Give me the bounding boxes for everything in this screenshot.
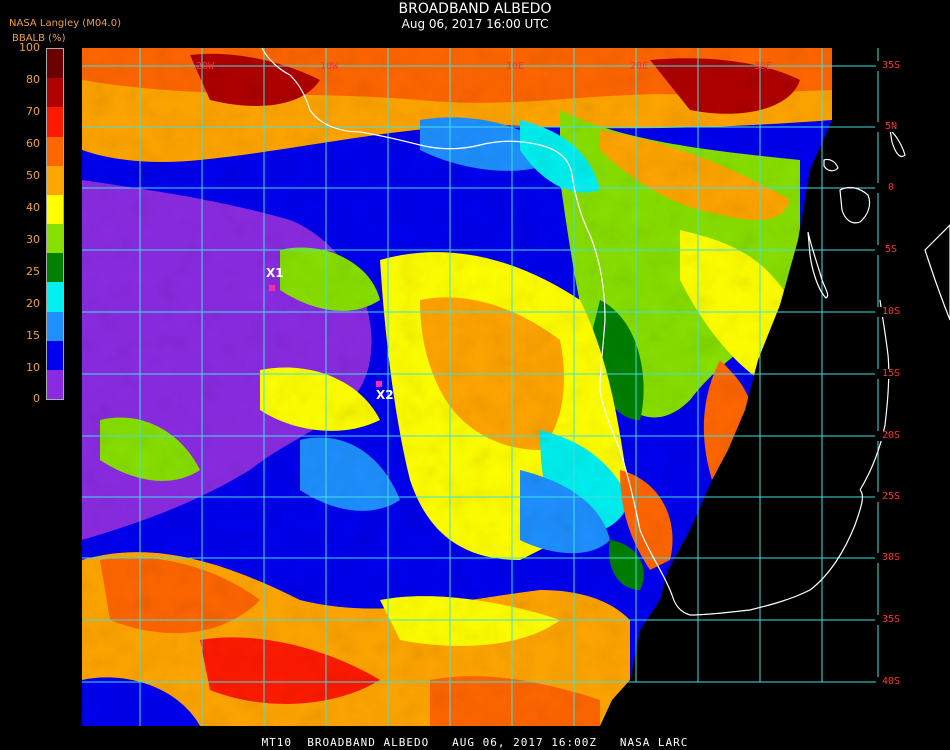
colorbar-segment — [47, 340, 63, 371]
chart-title: BROADBAND ALBEDO — [398, 1, 552, 17]
colorbar-segment — [47, 107, 63, 137]
latitude-label: 30S — [876, 553, 906, 563]
longitude-label: 10W — [320, 61, 339, 72]
colorbar-tick-label: 0 — [33, 392, 40, 405]
colorbar-segment — [47, 49, 63, 79]
colorbar-segment — [47, 282, 63, 312]
colorbar-segment — [47, 194, 63, 225]
latitude-label: 15S — [876, 369, 906, 379]
colorbar-tick-label: 10 — [26, 361, 40, 374]
colorbar-tick-label: 15 — [26, 329, 40, 342]
latitude-label: 5N — [876, 122, 906, 132]
longitude-label: 20W — [196, 61, 215, 72]
colorbar — [46, 48, 64, 400]
colorbar-segment — [47, 165, 63, 196]
marker-x1-label: X1 — [266, 266, 284, 280]
footer-caption: MT10 BROADBAND ALBEDO AUG 06, 2017 16:00… — [261, 736, 689, 749]
latitude-label: 5S — [876, 245, 906, 255]
latitude-label: 10S — [876, 307, 906, 317]
colorbar-segment — [47, 311, 63, 342]
longitude-label: 10E — [506, 61, 525, 72]
colorbar-segment — [47, 78, 63, 108]
colorbar-tick-label: 20 — [26, 297, 40, 310]
colorbar-segment — [47, 136, 63, 167]
latitude-label: 20S — [876, 431, 906, 441]
colorbar-tick-label: 25 — [26, 265, 40, 278]
marker-x2-label: X2 — [376, 388, 394, 402]
colorbar-tick-label: 40 — [26, 201, 40, 214]
longitude-label: 20E — [630, 61, 649, 72]
latitude-label: 0 — [876, 183, 906, 193]
colorbar-segment — [47, 253, 63, 283]
latitude-label: 40S — [876, 677, 906, 687]
latitude-label: 35S — [876, 61, 906, 71]
longitude-label: 30E — [754, 61, 773, 72]
latitude-label: 25S — [876, 492, 906, 502]
colorbar-tick-label: 70 — [26, 105, 40, 118]
colorbar-tick-label: 50 — [26, 169, 40, 182]
latitude-label: 35S — [876, 615, 906, 625]
colorbar-segment — [47, 224, 63, 254]
colorbar-segment — [47, 369, 63, 400]
colorbar-tick-label: 60 — [26, 137, 40, 150]
chart-subtitle: Aug 06, 2017 16:00 UTC — [401, 17, 549, 31]
albedo-field — [82, 48, 832, 726]
albedo-map — [82, 47, 950, 726]
source-label: NASA Langley (M04.0) — [9, 18, 121, 29]
marker-x2-dot — [376, 381, 382, 387]
colorbar-tick-label: 30 — [26, 233, 40, 246]
marker-x1-dot — [269, 285, 275, 291]
colorbar-tick-label: 80 — [26, 73, 40, 86]
colorbar-tick-label: 100 — [19, 41, 40, 54]
